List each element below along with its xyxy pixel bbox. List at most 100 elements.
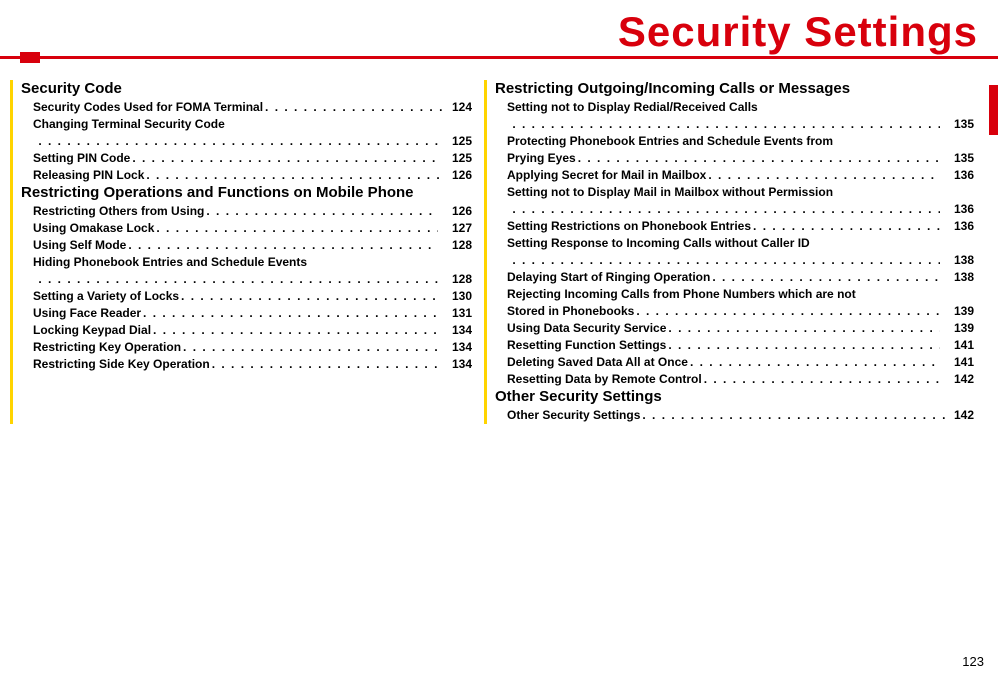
dot-leader	[666, 337, 940, 354]
toc-title: Resetting Function Settings	[507, 337, 666, 354]
toc-entry: Setting not to Display Mail in Mailbox w…	[495, 184, 974, 201]
dot-leader	[36, 271, 438, 288]
toc-title: Stored in Phonebooks	[507, 303, 634, 320]
section-header: Restricting Outgoing/Incoming Calls or M…	[495, 80, 974, 97]
toc-page: 138	[946, 252, 974, 269]
dot-leader	[688, 354, 940, 371]
dot-leader	[510, 116, 940, 133]
toc-title: Applying Secret for Mail in Mailbox	[507, 167, 706, 184]
toc-title: Restricting Side Key Operation	[33, 356, 210, 373]
section-header: Security Code	[21, 80, 472, 97]
toc-page: 126	[444, 167, 472, 184]
toc-entry: Releasing PIN Lock 126	[21, 167, 472, 184]
dot-leader	[181, 339, 438, 356]
toc-page: 134	[444, 322, 472, 339]
toc-page: 127	[444, 220, 472, 237]
toc-entry: Hiding Phonebook Entries and Schedule Ev…	[21, 254, 472, 271]
dot-leader	[210, 356, 438, 373]
toc-page: 142	[946, 407, 974, 424]
dot-leader	[710, 269, 940, 286]
toc-entry: Stored in Phonebooks 139	[495, 303, 974, 320]
dot-leader	[141, 305, 438, 322]
dot-leader	[151, 322, 438, 339]
dot-leader	[204, 203, 438, 220]
toc-entry: Resetting Function Settings 141	[495, 337, 974, 354]
toc-title: Using Face Reader	[33, 305, 141, 322]
toc-page: 124	[444, 99, 472, 116]
toc-entry: 125	[21, 133, 472, 150]
toc-entry: Resetting Data by Remote Control 142	[495, 371, 974, 388]
toc-entry: Changing Terminal Security Code	[21, 116, 472, 133]
toc-entry: 136	[495, 201, 974, 218]
toc-page: 134	[444, 356, 472, 373]
toc-title: Using Self Mode	[33, 237, 126, 254]
toc-title: Other Security Settings	[507, 407, 640, 424]
toc-page: 136	[946, 167, 974, 184]
toc-entry: Using Omakase Lock 127	[21, 220, 472, 237]
toc-title: Delaying Start of Ringing Operation	[507, 269, 710, 286]
toc-page: 128	[444, 271, 472, 288]
toc-entry: Restricting Others from Using 126	[21, 203, 472, 220]
dot-leader	[144, 167, 444, 184]
page-title: Security Settings	[20, 8, 978, 56]
toc-page: 125	[444, 150, 472, 167]
title-divider	[0, 52, 998, 62]
toc-entry: Protecting Phonebook Entries and Schedul…	[495, 133, 974, 150]
page-number: 123	[962, 654, 984, 669]
left-column: Security Code Security Codes Used for FOM…	[10, 80, 480, 424]
toc-entry: Locking Keypad Dial 134	[21, 322, 472, 339]
toc-page: 134	[444, 339, 472, 356]
toc-entry: Restricting Key Operation 134	[21, 339, 472, 356]
toc-entry: Using Data Security Service139	[495, 320, 974, 337]
right-column: Restricting Outgoing/Incoming Calls or M…	[484, 80, 982, 424]
dot-leader	[666, 320, 940, 337]
toc-page: 141	[946, 354, 974, 371]
toc-entry: Using Face Reader131	[21, 305, 472, 322]
toc-entry: Setting PIN Code125	[21, 150, 472, 167]
toc-entry: Setting not to Display Redial/Received C…	[495, 99, 974, 116]
toc-entry: Other Security Settings 142	[495, 407, 974, 424]
toc-page: 138	[946, 269, 974, 286]
toc-page: 141	[946, 337, 974, 354]
toc-entry: Deleting Saved Data All at Once141	[495, 354, 974, 371]
dot-leader	[706, 167, 940, 184]
toc-entry: Restricting Side Key Operation 134	[21, 356, 472, 373]
toc-entry: Rejecting Incoming Calls from Phone Numb…	[495, 286, 974, 303]
dot-leader	[576, 150, 940, 167]
toc-page: 136	[946, 201, 974, 218]
toc-title: Restricting Key Operation	[33, 339, 181, 356]
dot-leader	[130, 150, 438, 167]
toc-title: Releasing PIN Lock	[33, 167, 144, 184]
toc-title: Setting Restrictions on Phonebook Entrie…	[507, 218, 751, 235]
toc-entry: Setting a Variety of Locks 130	[21, 288, 472, 305]
section-header: Restricting Operations and Functions on …	[21, 184, 472, 201]
toc-entry: Setting Response to Incoming Calls witho…	[495, 235, 974, 252]
toc-page: 128	[444, 237, 472, 254]
dot-leader	[263, 99, 444, 116]
dot-leader	[36, 133, 438, 150]
toc-entry: Delaying Start of Ringing Operation 138	[495, 269, 974, 286]
toc-page: 135	[946, 150, 974, 167]
toc-entry: Setting Restrictions on Phonebook Entrie…	[495, 218, 974, 235]
toc-page: 126	[444, 203, 472, 220]
toc-page: 139	[946, 303, 974, 320]
toc-title: Restricting Others from Using	[33, 203, 204, 220]
toc-title: Resetting Data by Remote Control	[507, 371, 702, 388]
dot-leader	[510, 201, 940, 218]
toc-page: 135	[946, 116, 974, 133]
toc-content: Security Code Security Codes Used for FOM…	[0, 80, 998, 424]
toc-title: Using Omakase Lock	[33, 220, 154, 237]
dot-leader	[179, 288, 438, 305]
toc-title: Setting a Variety of Locks	[33, 288, 179, 305]
toc-title: Prying Eyes	[507, 150, 576, 167]
toc-title: Locking Keypad Dial	[33, 322, 151, 339]
dot-leader	[154, 220, 438, 237]
toc-page: 130	[444, 288, 472, 305]
toc-entry: Prying Eyes 135	[495, 150, 974, 167]
toc-entry: Applying Secret for Mail in Mailbox 136	[495, 167, 974, 184]
toc-page: 142	[946, 371, 974, 388]
toc-entry: 138	[495, 252, 974, 269]
toc-entry: Security Codes Used for FOMA Terminal124	[21, 99, 472, 116]
dot-leader	[702, 371, 940, 388]
toc-page: 136	[946, 218, 974, 235]
